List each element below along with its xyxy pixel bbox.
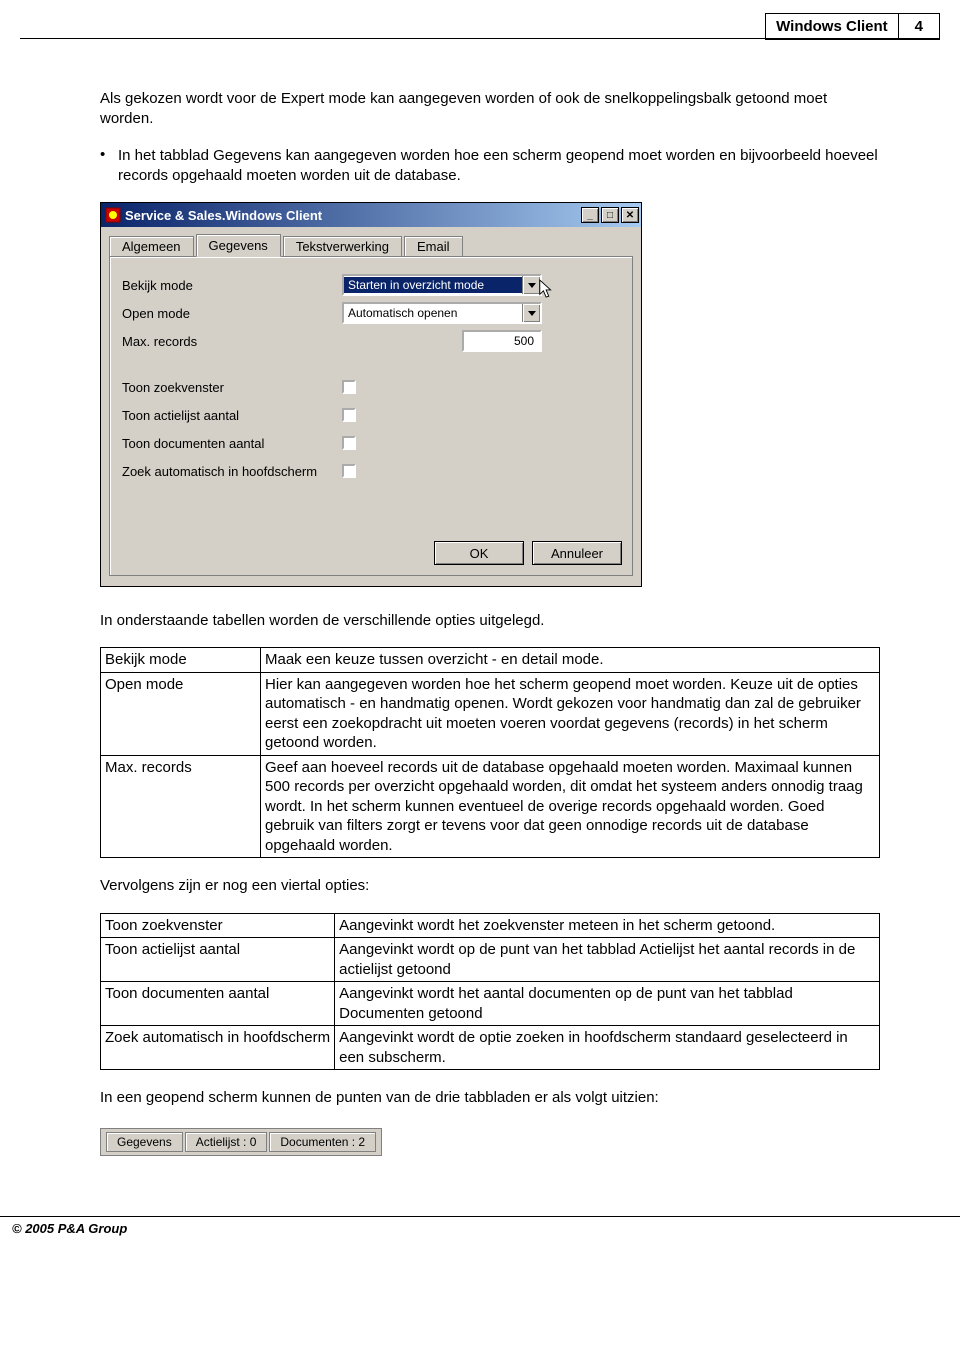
cell-key: Toon actielijst aantal [101,938,335,982]
bullet-text: In het tabblad Gegevens kan aangegeven w… [118,146,880,187]
combo-bekijk-mode[interactable]: Starten in overzicht mode [342,274,542,296]
cell-key: Open mode [101,672,261,755]
minimize-button[interactable]: _ [581,207,599,223]
cell-key: Toon documenten aantal [101,982,335,1026]
table-row: Toon actielijst aantalAangevinkt wordt o… [101,938,880,982]
intro-paragraph: Als gekozen wordt voor de Expert mode ka… [100,89,880,130]
chevron-down-icon[interactable] [522,276,540,294]
cell-val: Aangevinkt wordt de optie zoeken in hoof… [335,1026,880,1070]
cell-key: Bekijk mode [101,648,261,673]
cell-val: Aangevinkt wordt het zoekvenster meteen … [335,913,880,938]
page-header: Windows Client 4 [765,13,940,40]
settings-dialog: Service & Sales.Windows Client _ □ ✕ Alg… [100,202,642,587]
table-row: Max. recordsGeef aan hoeveel records uit… [101,755,880,858]
close-button[interactable]: ✕ [621,207,639,223]
checkbox-zoek-automatisch[interactable] [342,464,356,478]
cell-key: Zoek automatisch in hoofdscherm [101,1026,335,1070]
label-zoek-automatisch: Zoek automatisch in hoofdscherm [122,464,362,479]
table-row: Zoek automatisch in hoofdschermAangevink… [101,1026,880,1070]
bullet-icon [100,146,118,187]
label-bekijk-mode: Bekijk mode [122,278,342,293]
label-toon-documenten: Toon documenten aantal [122,436,342,451]
cell-val: Hier kan aangegeven worden hoe het scher… [261,672,880,755]
footer-copyright: © 2005 P&A Group [0,1217,960,1246]
cell-val: Maak een keuze tussen overzicht - en det… [261,648,880,673]
cell-val: Aangevinkt wordt op de punt van het tabb… [335,938,880,982]
tab-tekstverwerking[interactable]: Tekstverwerking [283,236,402,257]
minitab-actielijst[interactable]: Actielijst : 0 [185,1132,268,1152]
bullet-item: In het tabblad Gegevens kan aangegeven w… [100,146,880,187]
cell-val: Aangevinkt wordt het aantal documenten o… [335,982,880,1026]
window-title: Service & Sales.Windows Client [125,208,581,223]
header-page-number: 4 [898,13,940,40]
maximize-button[interactable]: □ [601,207,619,223]
titlebar: Service & Sales.Windows Client _ □ ✕ [101,203,641,227]
label-toon-actielijst: Toon actielijst aantal [122,408,342,423]
chevron-down-icon[interactable] [522,304,540,322]
cell-val: Geef aan hoeveel records uit de database… [261,755,880,858]
mid-paragraph: Vervolgens zijn er nog een viertal optie… [100,876,880,896]
ok-button[interactable]: OK [434,541,524,565]
header-title: Windows Client [765,13,898,40]
mini-tabstrip: Gegevens Actielijst : 0 Documenten : 2 [100,1128,382,1156]
tab-gegevens[interactable]: Gegevens [196,234,281,257]
label-toon-zoekvenster: Toon zoekvenster [122,380,342,395]
table-row: Toon zoekvensterAangevinkt wordt het zoe… [101,913,880,938]
combo-open-mode[interactable]: Automatisch openen [342,302,542,324]
cursor-icon [538,278,556,300]
minitab-gegevens[interactable]: Gegevens [106,1132,183,1152]
combo-bekijk-value: Starten in overzicht mode [344,277,522,293]
app-icon [105,207,121,223]
cancel-button[interactable]: Annuleer [532,541,622,565]
minitab-documenten[interactable]: Documenten : 2 [269,1132,376,1152]
tab-email[interactable]: Email [404,236,463,257]
combo-open-value: Automatisch openen [344,305,522,321]
cell-key: Toon zoekvenster [101,913,335,938]
tab-algemeen[interactable]: Algemeen [109,236,194,257]
tab-strip: Algemeen Gegevens Tekstverwerking Email [109,233,633,257]
label-max-records: Max. records [122,334,342,349]
table-row: Toon documenten aantalAangevinkt wordt h… [101,982,880,1026]
options-table-2: Toon zoekvensterAangevinkt wordt het zoe… [100,913,880,1071]
cell-key: Max. records [101,755,261,858]
after-dialog-paragraph: In onderstaande tabellen worden de versc… [100,611,880,631]
table-row: Open modeHier kan aangegeven worden hoe … [101,672,880,755]
checkbox-toon-actielijst[interactable] [342,408,356,422]
options-table-1: Bekijk modeMaak een keuze tussen overzic… [100,647,880,858]
checkbox-toon-documenten[interactable] [342,436,356,450]
table-row: Bekijk modeMaak een keuze tussen overzic… [101,648,880,673]
input-max-records[interactable]: 500 [462,330,542,352]
closing-paragraph: In een geopend scherm kunnen de punten v… [100,1088,880,1108]
tab-panel: Bekijk mode Starten in overzicht mode Op… [109,256,633,576]
checkbox-toon-zoekvenster[interactable] [342,380,356,394]
label-open-mode: Open mode [122,306,342,321]
